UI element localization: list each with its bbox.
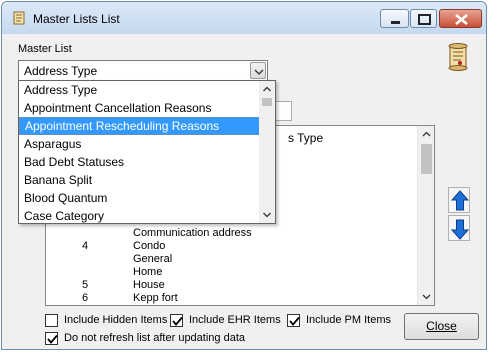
dropdown-scrollbar[interactable]	[259, 81, 275, 223]
dropdown-option[interactable]: Address Type	[19, 81, 260, 99]
title-bar[interactable]: Master Lists List	[2, 2, 486, 34]
scroll-down-icon[interactable]	[418, 288, 435, 305]
master-lists-window: Master Lists List Master List Address Ty…	[1, 1, 487, 350]
scrollbar-thumb[interactable]	[262, 98, 272, 106]
close-icon	[455, 14, 468, 25]
dropdown-option[interactable]: Case Category	[19, 207, 260, 225]
checkbox-label: Include PM Items	[306, 314, 391, 326]
checkmark-icon	[47, 334, 58, 344]
close-button-label: Close	[426, 319, 457, 333]
checkbox-box[interactable]	[287, 314, 300, 327]
list-item-number: 5	[82, 279, 89, 291]
close-button[interactable]: Close	[404, 313, 479, 340]
checkbox-label: Include EHR Items	[189, 314, 281, 326]
list-item-number: 6	[82, 292, 89, 304]
window-title: Master Lists List	[33, 12, 120, 26]
dropdown-option[interactable]: Bad Debt Statuses	[19, 153, 260, 171]
close-window-button[interactable]	[439, 9, 482, 28]
minimize-icon	[391, 21, 400, 24]
move-down-button[interactable]	[448, 215, 470, 241]
scroll-up-icon[interactable]	[418, 126, 435, 143]
dropdown-option[interactable]: Blood Quantum	[19, 189, 260, 207]
checkmark-icon	[172, 316, 183, 326]
list-item-name: House	[133, 279, 165, 291]
scroll-up-icon[interactable]	[259, 81, 275, 97]
list-header-fragment: s Type	[288, 131, 324, 145]
master-list-value: Address Type	[24, 64, 98, 78]
combo-dropdown-button[interactable]	[250, 62, 266, 79]
dropdown-option[interactable]: Asparagus	[19, 135, 260, 153]
arrow-down-icon	[450, 219, 470, 240]
maximize-button[interactable]	[410, 9, 437, 28]
master-list-label: Master List	[18, 43, 72, 55]
chevron-down-icon	[254, 69, 264, 75]
checkbox-box[interactable]	[45, 314, 58, 327]
dropdown-option[interactable]: Appointment Cancellation Reasons	[19, 99, 260, 117]
dropdown-option[interactable]: Banana Split	[19, 171, 260, 189]
checkbox-label: Do not refresh list after updating data	[64, 332, 245, 344]
scroll-icon	[13, 11, 25, 25]
scroll-down-icon[interactable]	[259, 207, 275, 223]
list-scrollbar[interactable]	[417, 126, 434, 305]
arrow-up-icon	[450, 190, 470, 211]
list-item-name: General	[133, 253, 173, 265]
list-item-number: 4	[82, 240, 89, 252]
maximize-icon	[418, 14, 431, 25]
document-scroll-icon	[448, 43, 468, 71]
scrollbar-thumb[interactable]	[421, 144, 432, 174]
dropdown-option-highlighted[interactable]: Appointment Rescheduling Reasons	[19, 117, 260, 135]
move-up-button[interactable]	[448, 187, 470, 213]
master-list-combobox[interactable]: Address Type	[18, 60, 268, 81]
minimize-button[interactable]	[380, 9, 409, 28]
list-item-name: Condo	[133, 240, 166, 252]
checkmark-icon	[289, 316, 300, 326]
list-item-name: Kepp fort	[133, 292, 178, 304]
checkbox-box[interactable]	[45, 332, 58, 345]
checkbox-box[interactable]	[170, 314, 183, 327]
master-list-dropdown[interactable]: Address Type Appointment Cancellation Re…	[18, 80, 276, 224]
checkbox-label: Include Hidden Items	[64, 314, 168, 326]
list-item-name: Home	[133, 266, 163, 278]
list-item-name: Communication address	[133, 227, 252, 239]
